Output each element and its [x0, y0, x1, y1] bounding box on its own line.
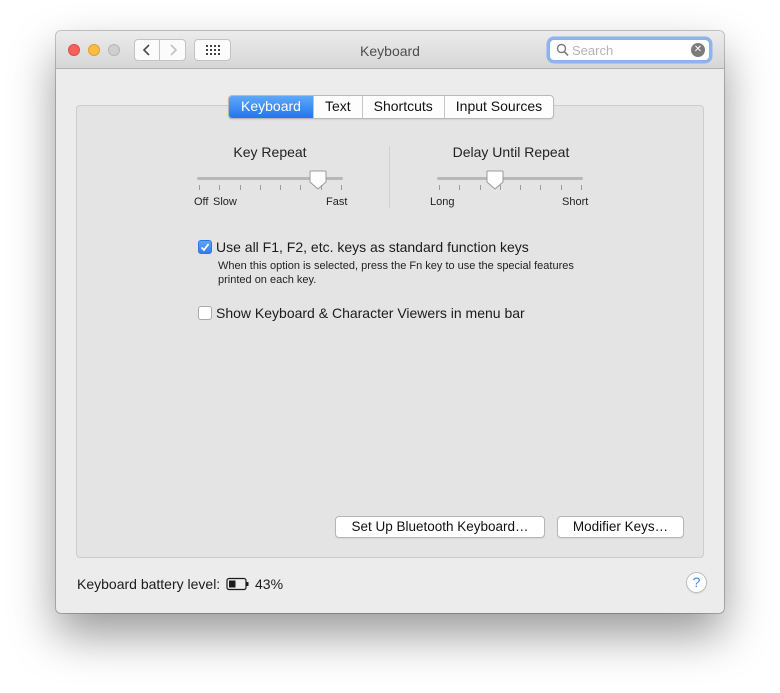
delay-until-repeat-tick	[459, 185, 461, 190]
battery-icon	[226, 577, 249, 591]
preferences-panel: Key Repeat Off Slow Fast Delay Until Rep…	[76, 105, 704, 558]
tab-shortcuts[interactable]: Shortcuts	[361, 96, 444, 118]
help-button[interactable]: ?	[686, 572, 707, 593]
slider-divider	[389, 146, 390, 208]
key-repeat-off-label: Off	[194, 196, 209, 208]
key-repeat-tick	[300, 185, 302, 190]
key-repeat-tick	[199, 185, 200, 190]
delay-long-label: Long	[430, 196, 455, 208]
key-repeat-tick	[239, 185, 241, 190]
key-repeat-slider-knob[interactable]	[309, 170, 327, 190]
delay-until-repeat-tick	[540, 185, 542, 190]
delay-until-repeat-tick	[439, 185, 440, 190]
tab-keyboard[interactable]: Keyboard	[229, 96, 313, 118]
delay-until-repeat-tick	[560, 185, 562, 190]
key-repeat-tick	[320, 185, 322, 190]
delay-until-repeat-tick	[479, 185, 481, 190]
key-repeat-tick	[259, 185, 261, 190]
search-icon	[556, 43, 569, 57]
search-field[interactable]: ✕	[549, 39, 710, 61]
tab-input-sources[interactable]: Input Sources	[443, 96, 553, 118]
delay-until-repeat-tick	[581, 185, 582, 190]
delay-short-label: Short	[562, 196, 589, 208]
clear-search-icon[interactable]: ✕	[691, 43, 705, 57]
key-repeat-title: Key Repeat	[233, 144, 307, 160]
keyboard-preferences-window: Keyboard ✕ Key Repeat Off Slow Fast Dela…	[56, 31, 724, 613]
key-repeat-slow-label: Slow	[213, 196, 237, 208]
search-input[interactable]	[572, 41, 690, 59]
function-keys-checkbox[interactable]	[198, 240, 212, 254]
show-viewers-checkbox[interactable]	[198, 306, 212, 320]
delay-until-repeat-title: Delay Until Repeat	[452, 144, 570, 160]
modifier-keys-button[interactable]: Modifier Keys…	[557, 516, 684, 538]
show-viewers-label[interactable]: Show Keyboard & Character Viewers in men…	[216, 305, 525, 321]
key-repeat-tick	[341, 185, 342, 190]
set-up-bluetooth-keyboard-button[interactable]: Set Up Bluetooth Keyboard…	[335, 516, 545, 538]
key-repeat-tick	[219, 185, 221, 190]
battery-percent: 43%	[255, 576, 284, 592]
delay-until-repeat-tick	[520, 185, 522, 190]
key-repeat-tick	[280, 185, 282, 190]
tab-text[interactable]: Text	[312, 96, 362, 118]
delay-until-repeat-slider-knob[interactable]	[486, 170, 504, 190]
title-bar: Keyboard ✕	[56, 31, 724, 69]
delay-until-repeat-tick	[499, 185, 501, 190]
battery-level-label: Keyboard battery level:	[77, 576, 221, 592]
delay-until-repeat-track[interactable]	[437, 177, 583, 180]
key-repeat-fast-label: Fast	[326, 196, 348, 208]
checkmark-icon	[200, 243, 210, 252]
tab-bar: Keyboard Text Shortcuts Input Sources	[228, 95, 555, 119]
function-keys-label[interactable]: Use all F1, F2, etc. keys as standard fu…	[216, 239, 529, 255]
function-keys-description: When this option is selected, press the …	[218, 260, 574, 286]
